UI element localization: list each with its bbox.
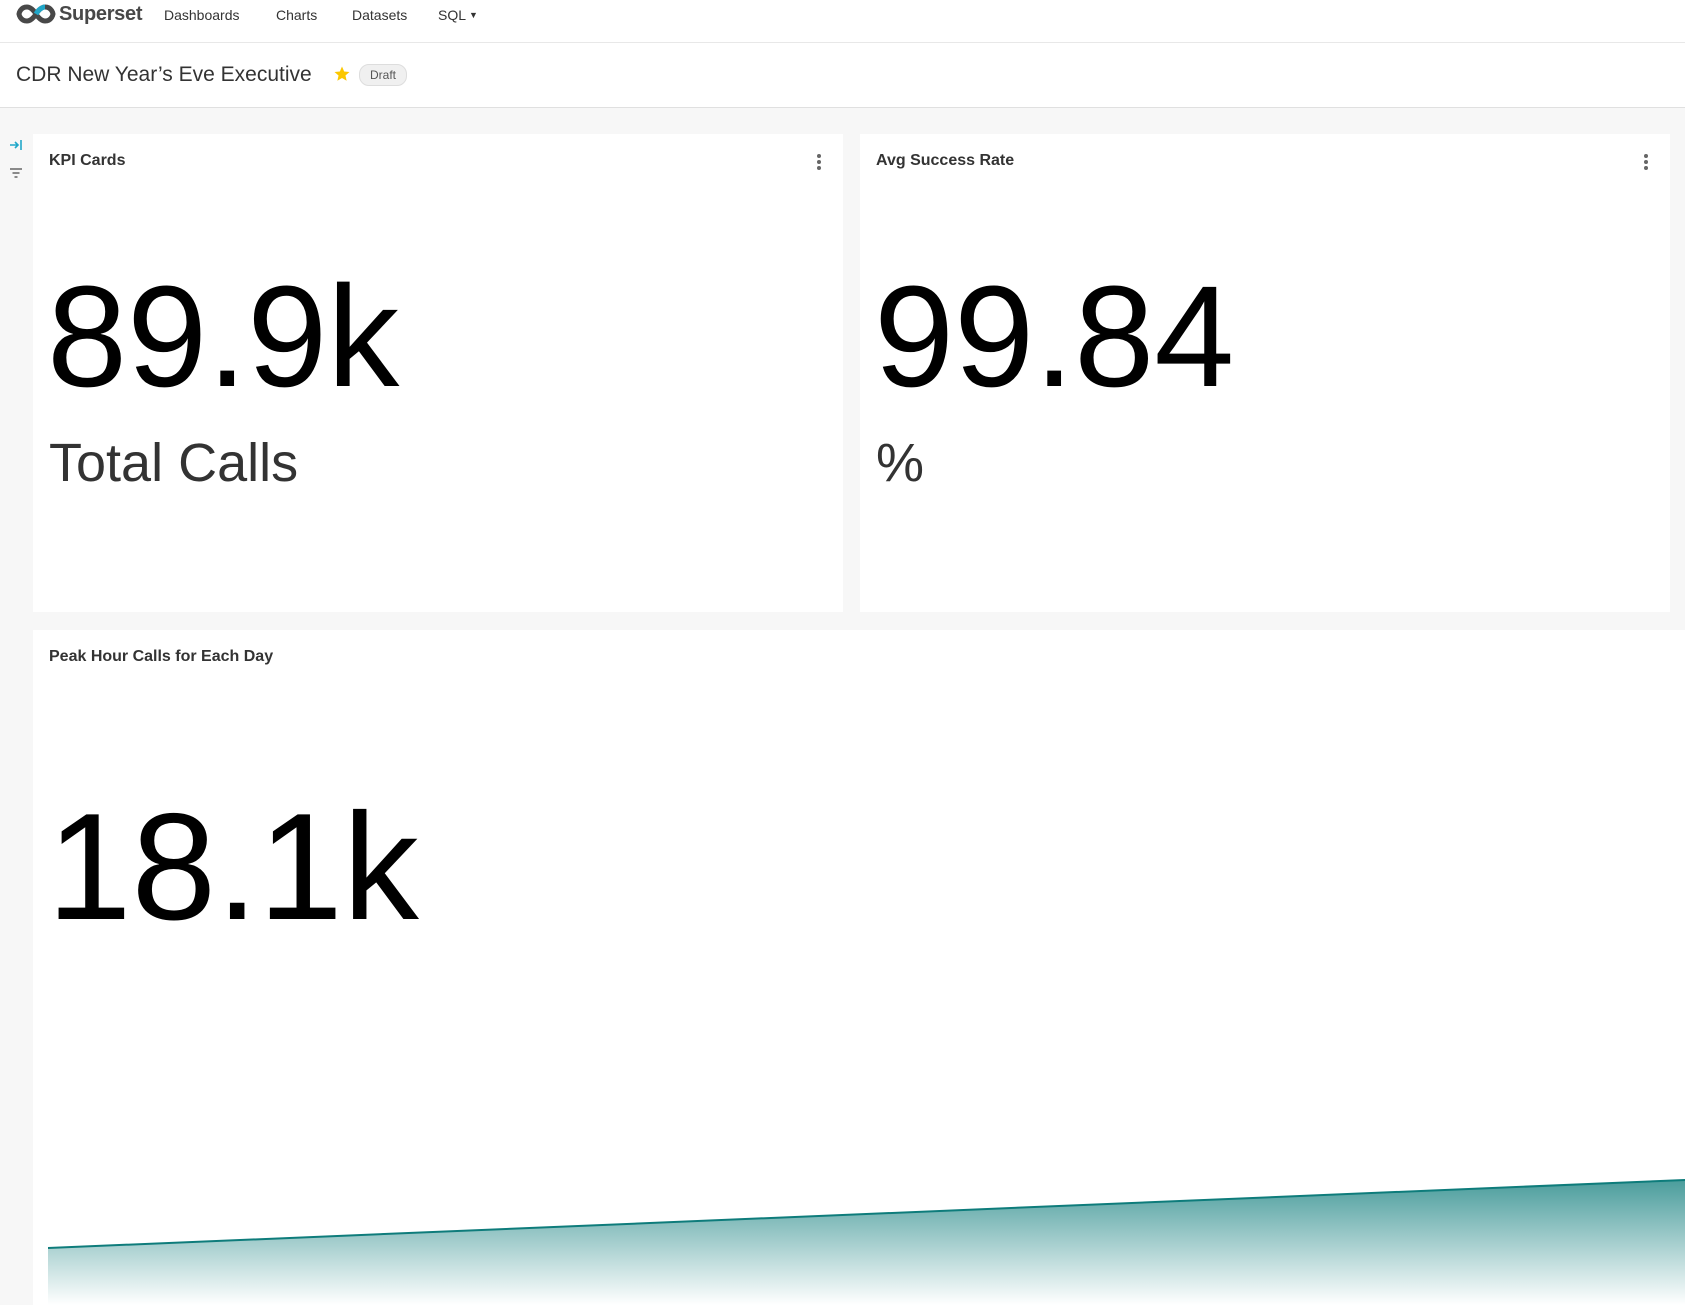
nav-charts[interactable]: Charts <box>276 7 317 23</box>
dashboard-title[interactable]: CDR New Year’s Eve Executive <box>16 63 312 87</box>
status-badge[interactable]: Draft <box>359 64 408 86</box>
kpi-cards-chart: KPI Cards 89.9k Total Calls <box>33 134 843 612</box>
superset-logo-icon <box>16 4 56 24</box>
peak-hour-calls-chart: Peak Hour Calls for Each Day 18.1k <box>33 630 1685 1305</box>
superset-logo[interactable]: Superset <box>16 2 142 26</box>
big-number-value: 89.9k <box>47 256 400 417</box>
expand-filters-icon[interactable] <box>8 137 24 153</box>
filter-icon[interactable] <box>8 165 24 181</box>
dashboard-header: CDR New Year’s Eve Executive Draft <box>0 43 1685 108</box>
chart-title: Avg Success Rate <box>876 152 1015 169</box>
big-number-subheader: % <box>876 433 925 493</box>
trendline-area <box>48 1180 1685 1305</box>
favorite-star-icon[interactable] <box>333 65 351 83</box>
filter-rail <box>0 108 32 1305</box>
app-name: Superset <box>59 2 143 25</box>
nav-sql-label: SQL <box>438 7 467 23</box>
nav-dashboards[interactable]: Dashboards <box>164 7 240 23</box>
nav-datasets[interactable]: Datasets <box>352 7 407 23</box>
caret-down-icon: ▼ <box>469 10 478 20</box>
chart-title: KPI Cards <box>49 152 126 169</box>
big-number-value: 18.1k <box>47 782 419 952</box>
big-number-value: 99.84 <box>874 256 1235 417</box>
chart-title: Peak Hour Calls for Each Day <box>49 648 274 665</box>
more-vert-icon[interactable] <box>1640 152 1652 172</box>
trendline-chart <box>48 1179 1685 1305</box>
nav-sql-menu[interactable]: SQL ▼ <box>438 7 478 23</box>
more-vert-icon[interactable] <box>813 152 825 172</box>
big-number-subheader: Total Calls <box>49 433 299 493</box>
top-navbar: Superset Dashboards Charts Datasets SQL ▼ <box>0 0 1685 43</box>
avg-success-rate-chart: Avg Success Rate 99.84 % <box>860 134 1670 612</box>
